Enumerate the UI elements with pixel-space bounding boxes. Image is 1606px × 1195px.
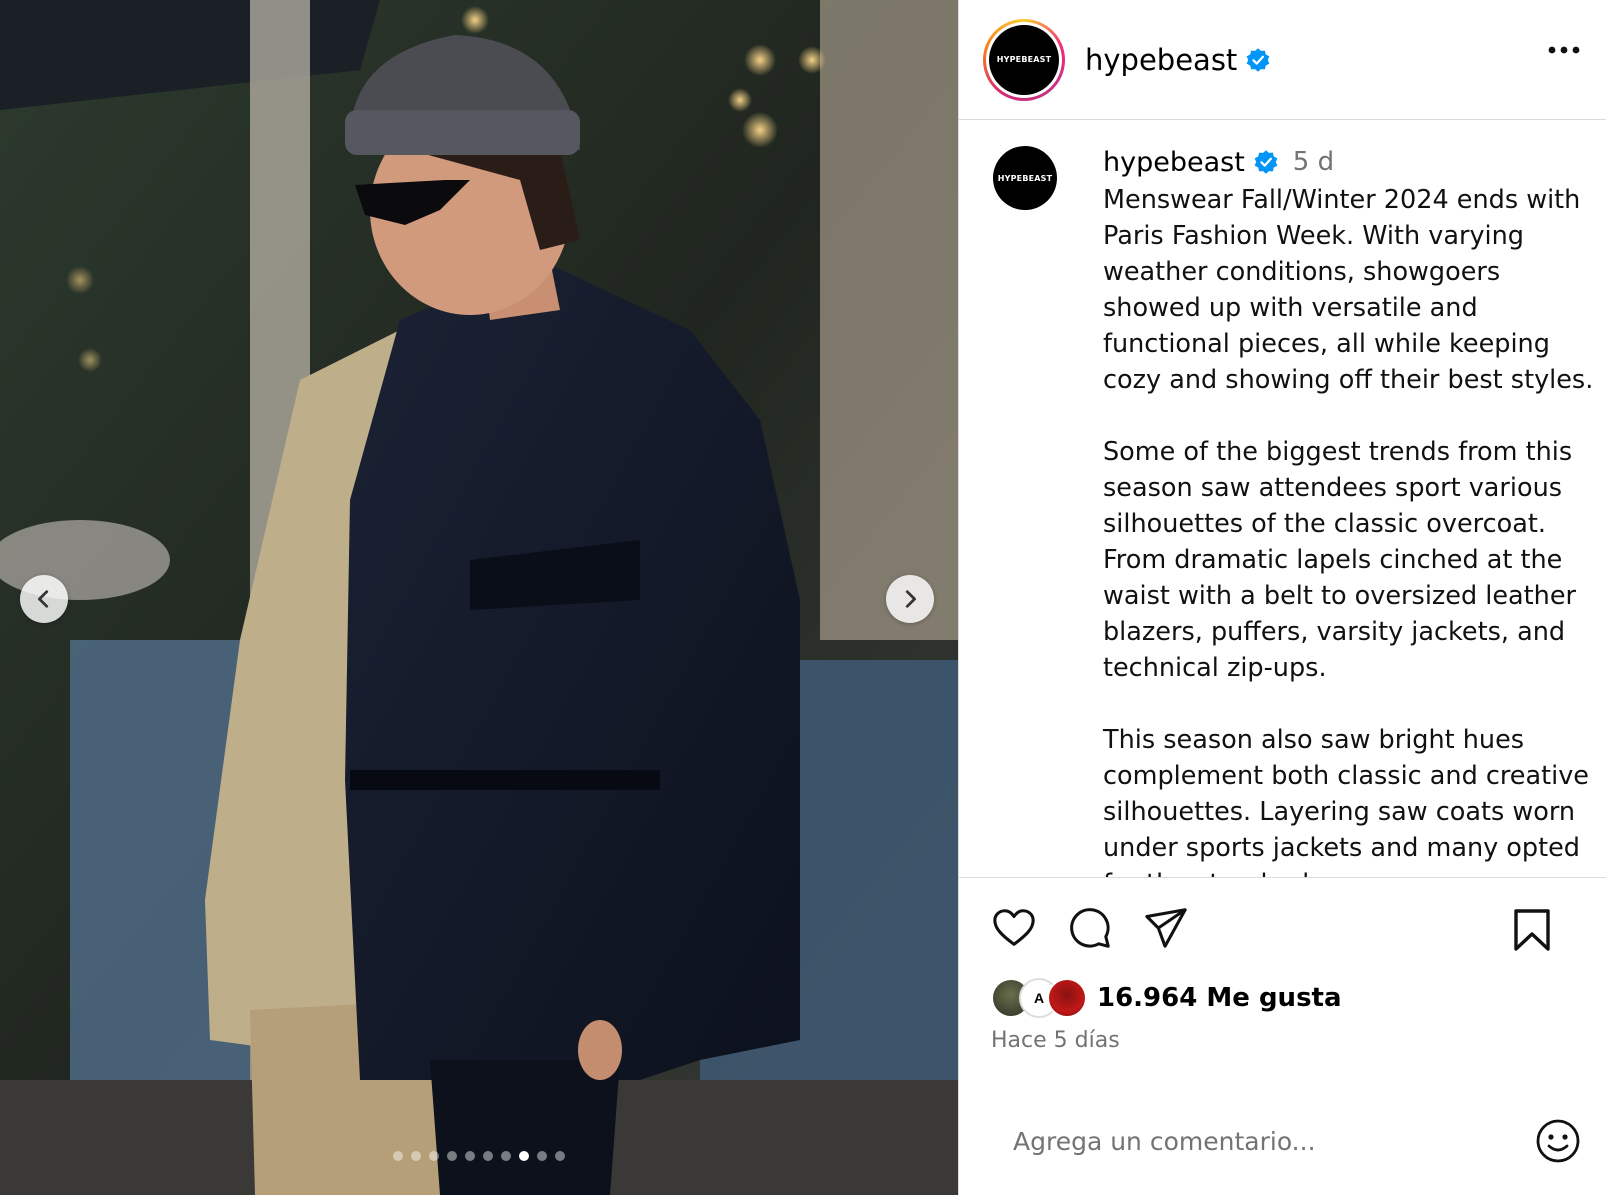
comment-input[interactable]	[1013, 1126, 1534, 1156]
caption-avatar[interactable]: HYPEBEAST	[993, 146, 1057, 210]
post-date[interactable]: Hace 5 días	[959, 1018, 1606, 1053]
chevron-right-icon	[905, 590, 916, 608]
avatar: HYPEBEAST	[989, 24, 1059, 95]
story-ring[interactable]: HYPEBEAST	[983, 18, 1065, 101]
previous-slide-button[interactable]	[20, 575, 68, 623]
action-bar	[959, 878, 1606, 978]
chevron-left-icon	[38, 590, 49, 608]
post-header: HYPEBEAST hypebeast	[959, 0, 1606, 120]
like-button[interactable]	[991, 905, 1037, 951]
liker-avatars: A	[991, 978, 1087, 1018]
send-icon	[1145, 908, 1187, 948]
slide-dot	[429, 1151, 439, 1161]
heart-icon	[993, 909, 1035, 946]
caption-username[interactable]: hypebeast	[1103, 147, 1245, 178]
slide-dot	[555, 1151, 565, 1161]
likes-row[interactable]: A 16.964 Me gusta	[959, 978, 1606, 1018]
post-photo	[0, 0, 958, 1195]
verified-badge-icon	[1254, 150, 1278, 174]
header-username[interactable]: hypebeast	[1085, 43, 1237, 77]
slide-dot	[393, 1151, 403, 1161]
bookmark-icon	[1514, 909, 1550, 951]
comment-icon	[1070, 908, 1110, 948]
slide-dot	[501, 1151, 511, 1161]
comment-composer	[959, 1105, 1606, 1195]
slide-dot	[411, 1151, 421, 1161]
next-slide-button[interactable]	[886, 575, 934, 623]
post-side-panel: HYPEBEAST hypebeast HYPEBEAST hypebeast	[958, 0, 1606, 1195]
emoji-button[interactable]	[1534, 1117, 1582, 1165]
post-view: HYPEBEAST hypebeast HYPEBEAST hypebeast	[0, 0, 1606, 1195]
verified-badge-icon	[1246, 47, 1270, 72]
comment-button[interactable]	[1067, 905, 1113, 951]
caption-timestamp[interactable]: 5 d	[1293, 147, 1334, 177]
more-options-icon[interactable]	[1548, 46, 1580, 54]
caption-section: HYPEBEAST hypebeast 5 d Menswear Fall/Wi…	[959, 120, 1606, 878]
slide-dot	[447, 1151, 457, 1161]
emoji-icon	[1536, 1119, 1580, 1163]
slide-dot	[537, 1151, 547, 1161]
post-media[interactable]	[0, 0, 958, 1195]
save-button[interactable]	[1512, 908, 1552, 952]
likes-count[interactable]: 16.964 Me gusta	[1097, 983, 1342, 1013]
liker-avatar	[1047, 978, 1087, 1018]
slide-dot	[483, 1151, 493, 1161]
slide-dot-active	[519, 1151, 529, 1161]
slide-indicator	[0, 1151, 958, 1161]
slide-dot	[465, 1151, 475, 1161]
caption-text: Menswear Fall/Winter 2024 ends with Pari…	[1103, 185, 1594, 877]
share-button[interactable]	[1143, 905, 1189, 951]
